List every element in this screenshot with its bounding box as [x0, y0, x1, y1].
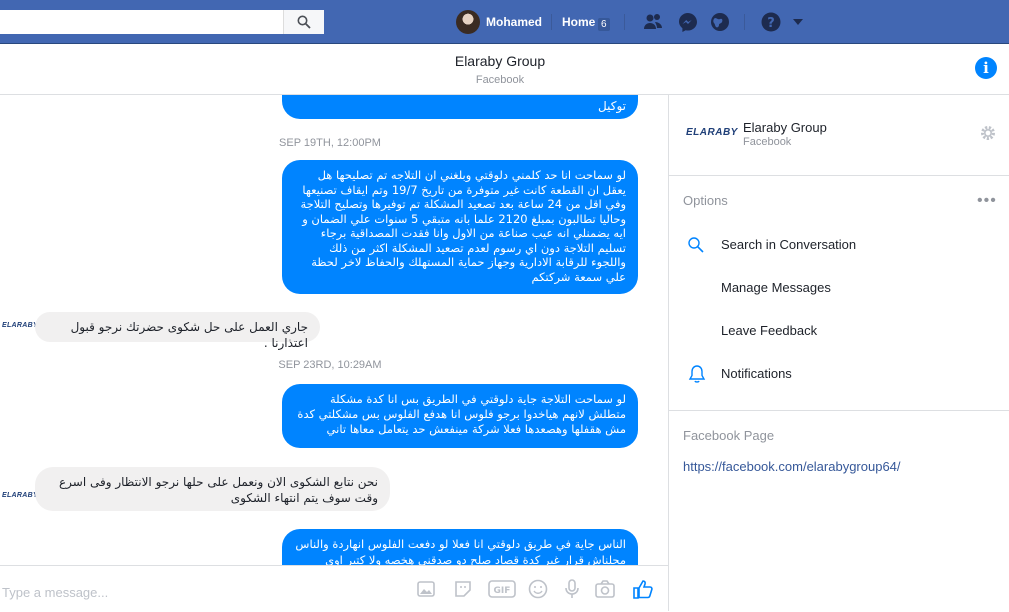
message-bubble-received: نحن نتابع الشكوى الان ونعمل على حلها نرج… [35, 467, 390, 511]
message-text: توكيل [598, 99, 626, 113]
search-icon [297, 15, 311, 29]
message-bubble-received: جاري العمل على حل شكوى حضرتك نرجو قبول ا… [35, 312, 320, 350]
org-subtitle: Facebook [743, 136, 792, 148]
gif-icon[interactable]: GIF [488, 578, 516, 600]
message-bubble-sent: توكيل [282, 95, 638, 119]
sticker-icon[interactable] [452, 578, 474, 600]
divider [669, 410, 1009, 411]
search-icon [688, 237, 704, 253]
message-list[interactable]: توكيل SEP 19TH, 12:00PM لو سماحت انا حد … [0, 95, 668, 565]
friends-icon[interactable] [642, 11, 664, 33]
facebook-page-link[interactable]: https://facebook.com/elarabygroup64/ [683, 459, 901, 474]
message-bubble-sent: لو سماحت انا حد كلمني دلوقتي وبلغني ان ا… [282, 160, 638, 294]
microphone-icon[interactable] [561, 578, 583, 600]
message-bubble-sent: لو سماحت التلاجة جاية دلوقتي في الطريق ب… [282, 384, 638, 448]
option-notifications[interactable]: Notifications [721, 366, 792, 381]
photo-upload-icon[interactable] [415, 578, 437, 600]
messenger-icon[interactable] [677, 11, 699, 33]
message-text: الناس جاية في طريق دلوقتي انا فعلا لو دف… [295, 537, 626, 565]
composer: Type a message... GIF [0, 565, 668, 612]
home-badge: 6 [598, 18, 610, 31]
message-input[interactable]: Type a message... [2, 585, 108, 600]
conversation-subtitle: Facebook [475, 74, 525, 86]
timestamp: SEP 23RD, 10:29AM [278, 359, 382, 371]
chevron-down-icon[interactable] [792, 17, 804, 27]
message-bubble-sent: الناس جاية في طريق دلوقتي انا فعلا لو دف… [282, 529, 638, 565]
svg-text:GIF: GIF [494, 586, 511, 596]
divider [551, 14, 552, 30]
timestamp: SEP 19TH, 12:00PM [279, 137, 381, 149]
divider [744, 14, 745, 30]
gear-icon[interactable] [979, 124, 997, 142]
option-leave-feedback[interactable]: Leave Feedback [721, 323, 817, 338]
option-search-in-conversation[interactable]: Search in Conversation [721, 237, 856, 252]
sender-logo: ELARABY [2, 492, 38, 499]
home-link[interactable]: Home [562, 15, 595, 29]
help-icon[interactable]: ? [760, 11, 782, 33]
org-name[interactable]: Elaraby Group [743, 120, 827, 135]
message-text: لو سماحت التلاجة جاية دلوقتي في الطريق ب… [297, 392, 626, 436]
svg-text:?: ? [767, 16, 775, 31]
more-options-icon[interactable]: ••• [977, 192, 997, 210]
message-text: لو سماحت انا حد كلمني دلوقتي وبلغني ان ا… [300, 168, 626, 284]
sender-logo: ELARABY [2, 322, 38, 329]
profile-link[interactable]: Mohamed [456, 10, 542, 34]
info-button[interactable]: i [975, 57, 997, 79]
search-button[interactable] [283, 10, 324, 34]
options-title: Options [683, 193, 728, 208]
conversation-title[interactable]: Elaraby Group [0, 53, 1000, 69]
camera-icon[interactable] [594, 578, 616, 600]
search-input[interactable] [0, 10, 324, 34]
conversation-header: Elaraby Group Facebook [0, 44, 1009, 95]
avatar [456, 10, 480, 34]
like-icon[interactable] [632, 578, 654, 600]
facebook-page-title: Facebook Page [683, 428, 775, 443]
option-manage-messages[interactable]: Manage Messages [721, 280, 831, 295]
org-logo: ELARABY [686, 127, 738, 138]
bell-icon [688, 365, 706, 383]
divider [624, 14, 625, 30]
message-text: نحن نتابع الشكوى الان ونعمل على حلها نرج… [59, 475, 378, 505]
globe-icon[interactable] [709, 11, 731, 33]
top-navbar: Mohamed Home 6 ? [0, 0, 1009, 44]
message-text: جاري العمل على حل شكوى حضرتك نرجو قبول ا… [70, 320, 308, 350]
user-name: Mohamed [486, 15, 543, 29]
emoji-icon[interactable] [527, 578, 549, 600]
